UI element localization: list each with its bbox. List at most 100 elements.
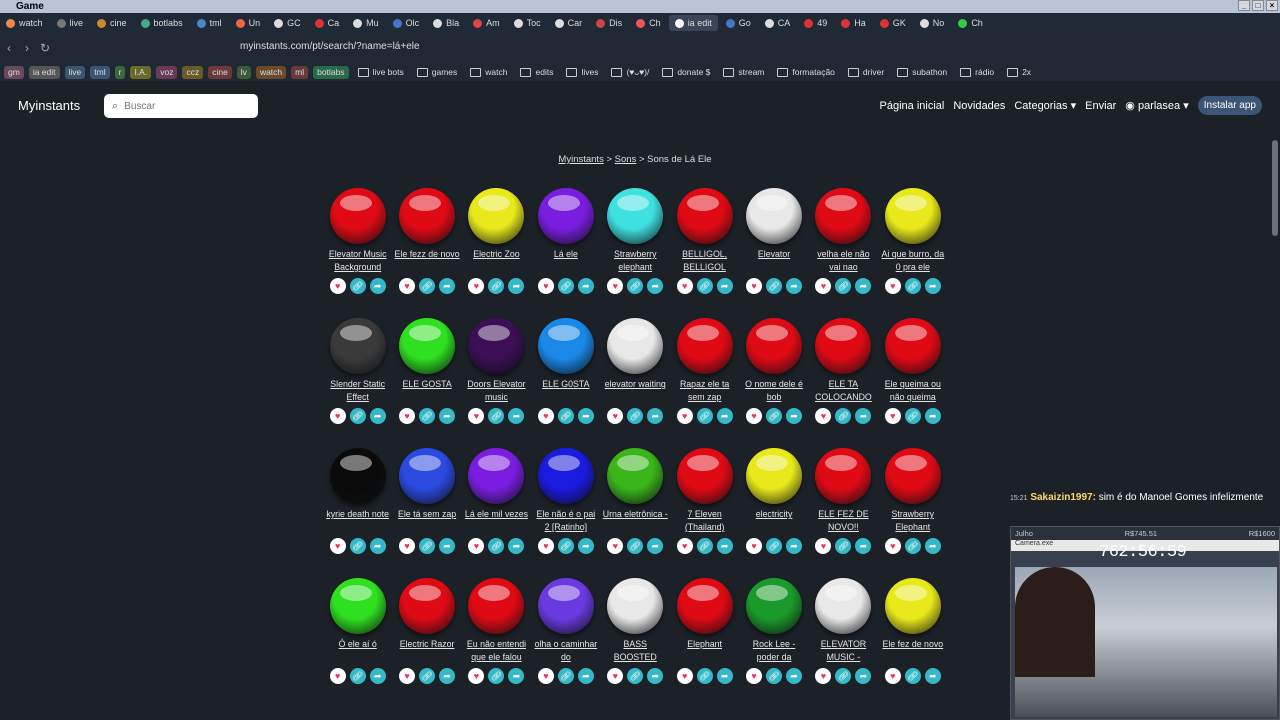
sound-play-button[interactable]	[815, 318, 872, 374]
copy-link-icon[interactable]: 🔗︎	[696, 538, 713, 554]
sound-play-button[interactable]	[607, 578, 664, 634]
bookmark-item[interactable]: driver	[844, 66, 888, 79]
menu-categories[interactable]: Categorias ▾	[1014, 99, 1076, 112]
copy-link-icon[interactable]: 🔗︎	[835, 278, 852, 294]
share-icon[interactable]: ➦	[855, 408, 872, 424]
bookmark-item[interactable]: edits	[516, 66, 557, 79]
copy-link-icon[interactable]: 🔗︎	[557, 278, 574, 294]
sound-play-button[interactable]	[815, 578, 872, 634]
share-icon[interactable]: ➦	[577, 278, 594, 294]
share-icon[interactable]: ➦	[647, 278, 664, 294]
favorite-heart-icon[interactable]: ♥	[329, 278, 346, 294]
sound-play-button[interactable]	[884, 188, 941, 244]
share-icon[interactable]: ➦	[577, 668, 594, 684]
browser-tab[interactable]: Toc	[508, 15, 547, 31]
copy-link-icon[interactable]: 🔗︎	[557, 408, 574, 424]
favorite-heart-icon[interactable]: ♥	[746, 278, 763, 294]
copy-link-icon[interactable]: 🔗︎	[835, 668, 852, 684]
sound-play-button[interactable]	[815, 188, 872, 244]
favorite-heart-icon[interactable]: ♥	[676, 408, 693, 424]
search-box[interactable]: ⌕	[104, 94, 258, 118]
sound-play-button[interactable]	[607, 318, 664, 374]
sound-label[interactable]: Eu não entendi que ele falou	[463, 638, 529, 666]
menu-upload[interactable]: Enviar	[1085, 100, 1116, 112]
sound-label[interactable]: ELE G0STA	[533, 378, 599, 406]
share-icon[interactable]: ➦	[577, 408, 594, 424]
copy-link-icon[interactable]: 🔗︎	[419, 538, 436, 554]
sound-play-button[interactable]	[468, 188, 525, 244]
sound-label[interactable]: Electric Razor	[394, 638, 460, 666]
browser-tab[interactable]: Mu	[347, 15, 385, 31]
sound-play-button[interactable]	[399, 188, 456, 244]
copy-link-icon[interactable]: 🔗︎	[904, 408, 921, 424]
forward-icon[interactable]: ›	[18, 41, 36, 55]
copy-link-icon[interactable]: 🔗︎	[488, 278, 505, 294]
browser-tab[interactable]: CA	[759, 15, 797, 31]
share-icon[interactable]: ➦	[369, 668, 386, 684]
sound-label[interactable]: Ele queima ou não queima	[880, 378, 946, 406]
sound-play-button[interactable]	[884, 448, 941, 504]
bookmark-item[interactable]: r	[114, 65, 126, 79]
favorite-heart-icon[interactable]: ♥	[815, 538, 832, 554]
copy-link-icon[interactable]: 🔗︎	[488, 668, 505, 684]
favorite-heart-icon[interactable]: ♥	[815, 408, 832, 424]
sound-play-button[interactable]	[468, 448, 525, 504]
sound-play-button[interactable]	[676, 448, 733, 504]
sound-play-button[interactable]	[329, 318, 386, 374]
browser-tab[interactable]: Olc	[387, 15, 426, 31]
favorite-heart-icon[interactable]: ♥	[746, 668, 763, 684]
share-icon[interactable]: ➦	[647, 408, 664, 424]
bookmark-item[interactable]: lv	[236, 65, 251, 79]
favorite-heart-icon[interactable]: ♥	[468, 668, 485, 684]
sound-play-button[interactable]	[329, 448, 386, 504]
sound-label[interactable]: velha ele não vai nao	[810, 248, 876, 276]
copy-link-icon[interactable]: 🔗︎	[419, 668, 436, 684]
copy-link-icon[interactable]: 🔗︎	[696, 668, 713, 684]
close-button[interactable]: ×	[1266, 0, 1278, 11]
share-icon[interactable]: ➦	[855, 538, 872, 554]
browser-tab[interactable]: Ch	[630, 15, 667, 31]
sound-play-button[interactable]	[329, 578, 386, 634]
bookmark-item[interactable]: I.A.	[130, 65, 152, 79]
favorite-heart-icon[interactable]: ♥	[607, 278, 624, 294]
favorite-heart-icon[interactable]: ♥	[884, 278, 901, 294]
bookmark-item[interactable]: watch	[466, 66, 511, 79]
copy-link-icon[interactable]: 🔗︎	[557, 538, 574, 554]
sound-play-button[interactable]	[537, 448, 594, 504]
copy-link-icon[interactable]: 🔗︎	[904, 538, 921, 554]
favorite-heart-icon[interactable]: ♥	[468, 408, 485, 424]
copy-link-icon[interactable]: 🔗︎	[349, 668, 366, 684]
favorite-heart-icon[interactable]: ♥	[676, 538, 693, 554]
menu-home[interactable]: Página inicial	[880, 100, 945, 112]
share-icon[interactable]: ➦	[716, 538, 733, 554]
share-icon[interactable]: ➦	[786, 278, 803, 294]
favorite-heart-icon[interactable]: ♥	[746, 538, 763, 554]
favorite-heart-icon[interactable]: ♥	[884, 538, 901, 554]
browser-tab[interactable]: tml	[191, 15, 228, 31]
copy-link-icon[interactable]: 🔗︎	[349, 278, 366, 294]
sound-play-button[interactable]	[746, 578, 803, 634]
share-icon[interactable]: ➦	[786, 538, 803, 554]
browser-tab[interactable]: GC	[268, 15, 307, 31]
share-icon[interactable]: ➦	[924, 278, 941, 294]
copy-link-icon[interactable]: 🔗︎	[835, 538, 852, 554]
sound-label[interactable]: olha o caminhar do	[533, 638, 599, 666]
bookmark-item[interactable]: voz	[156, 65, 178, 79]
share-icon[interactable]: ➦	[855, 278, 872, 294]
share-icon[interactable]: ➦	[855, 668, 872, 684]
bookmark-item[interactable]: games	[413, 66, 462, 79]
sound-play-button[interactable]	[399, 318, 456, 374]
menu-news[interactable]: Novidades	[953, 100, 1005, 112]
sound-label[interactable]: Rock Lee - poder da	[741, 638, 807, 666]
sound-play-button[interactable]	[746, 448, 803, 504]
sound-label[interactable]: Urna eletrônica -	[602, 508, 668, 536]
browser-tab[interactable]: watch	[0, 15, 49, 31]
browser-tab[interactable]: No	[914, 15, 951, 31]
browser-tab[interactable]: GK	[874, 15, 912, 31]
favorite-heart-icon[interactable]: ♥	[676, 668, 693, 684]
share-icon[interactable]: ➦	[716, 668, 733, 684]
share-icon[interactable]: ➦	[369, 278, 386, 294]
copy-link-icon[interactable]: 🔗︎	[904, 278, 921, 294]
share-icon[interactable]: ➦	[647, 668, 664, 684]
share-icon[interactable]: ➦	[924, 408, 941, 424]
